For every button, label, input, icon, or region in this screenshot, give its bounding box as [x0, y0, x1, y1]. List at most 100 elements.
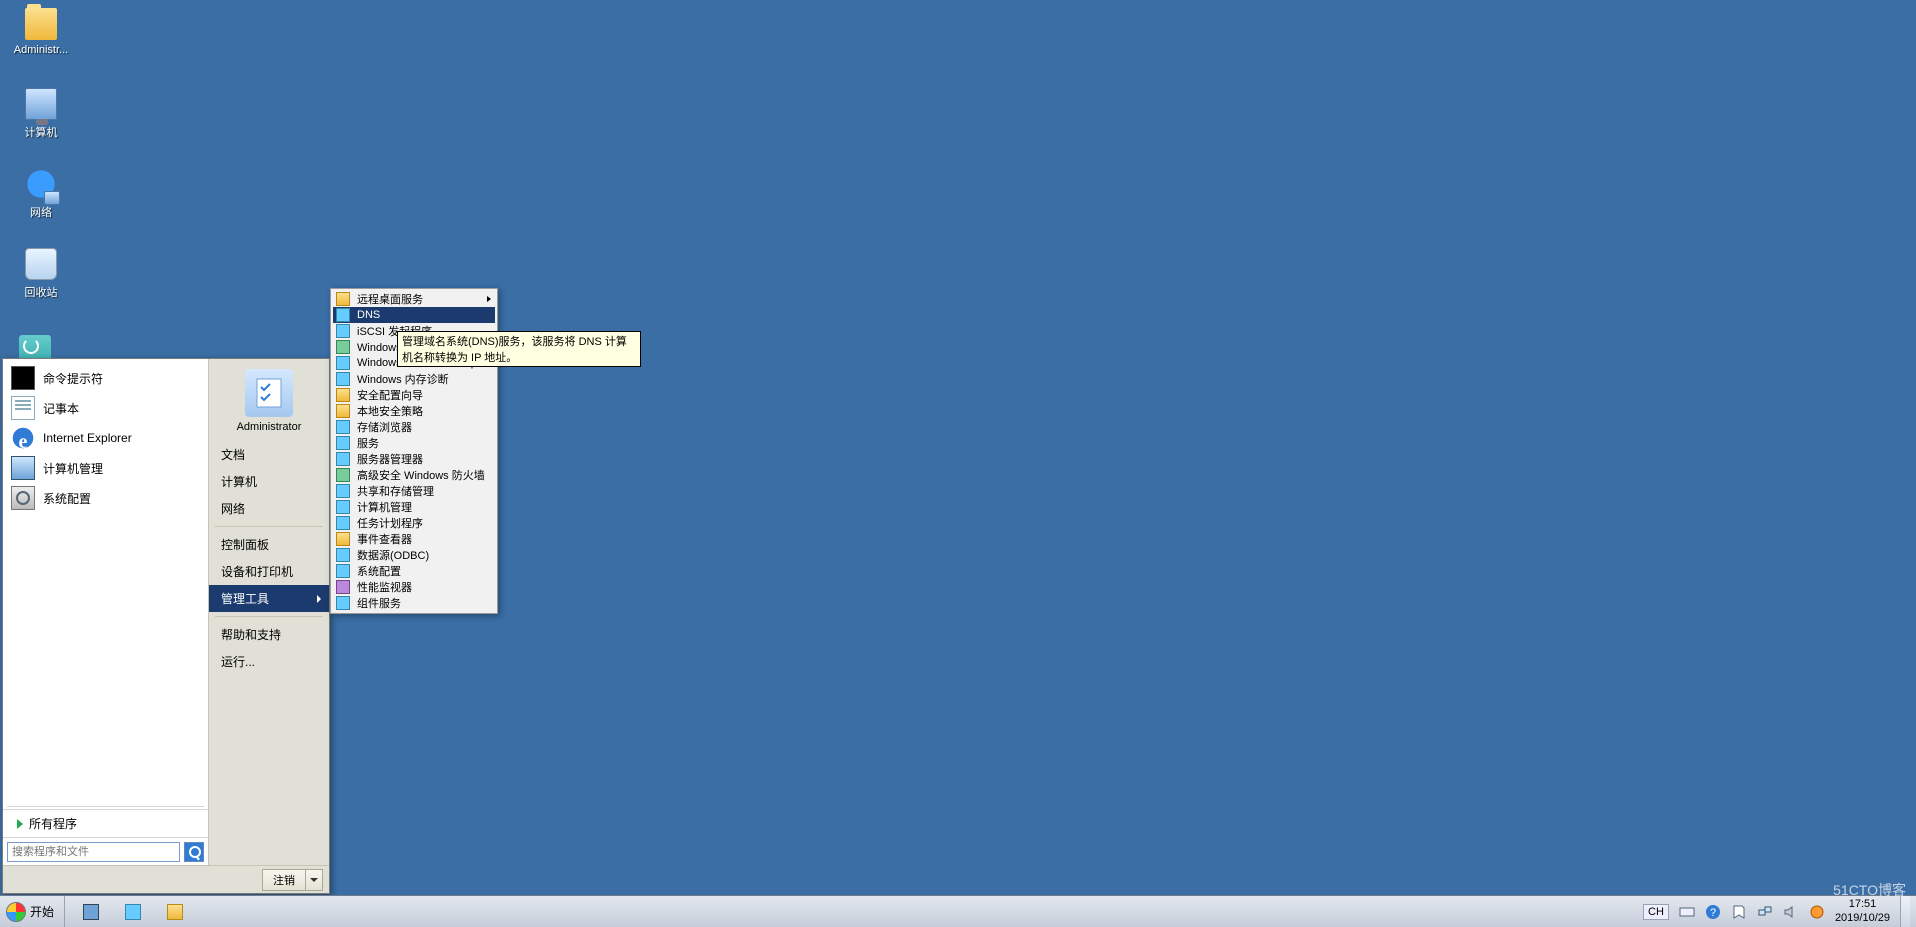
tray-extra-icon[interactable]	[1809, 904, 1825, 920]
menu-item-label: 存储浏览器	[357, 419, 412, 435]
right-item-control-panel[interactable]: 控制面板	[209, 531, 329, 558]
menu-item-label: 计算机管理	[357, 499, 412, 515]
admin-tool-memdiag[interactable]: Windows 内存诊断	[333, 371, 495, 387]
taskbar-app-explorer[interactable]	[155, 899, 195, 925]
separator	[215, 526, 323, 527]
taskbar-app-powershell[interactable]	[113, 899, 153, 925]
admin-tool-odbc[interactable]: 数据源(ODBC)	[333, 547, 495, 563]
menu-item-label: 高级安全 Windows 防火墙	[357, 467, 485, 483]
explorer-icon	[167, 904, 183, 920]
desktop-icon-recycle-bin[interactable]: 回收站	[6, 248, 76, 300]
right-item-label: 帮助和支持	[221, 626, 281, 643]
servermgr-icon	[335, 451, 351, 467]
all-programs-label: 所有程序	[29, 815, 77, 832]
admin-tool-perfmon[interactable]: 性能监视器	[333, 579, 495, 595]
all-programs[interactable]: 所有程序	[3, 809, 208, 837]
start-item-msconfig[interactable]: 系统配置	[3, 483, 208, 513]
icon-label: 计算机	[6, 124, 76, 140]
admin-tool-msconfig[interactable]: 系统配置	[333, 563, 495, 579]
start-bottom-bar: 注销	[3, 865, 329, 893]
svg-text:?: ?	[1710, 907, 1716, 919]
start-button[interactable]: 开始	[0, 896, 65, 927]
admin-tool-eventvwr[interactable]: 事件查看器	[333, 531, 495, 547]
wsb-icon	[335, 355, 351, 371]
computer-icon	[25, 88, 57, 120]
system-tray: CH ? 17:51 2019/10/29	[1637, 896, 1916, 927]
logoff-button[interactable]: 注销	[262, 869, 306, 891]
admin-tool-wfadv[interactable]: 高级安全 Windows 防火墙	[333, 467, 495, 483]
menu-item-label: 本地安全策略	[357, 403, 423, 419]
network-tray-icon[interactable]	[1757, 904, 1773, 920]
start-item-label: 命令提示符	[43, 370, 103, 387]
help-icon[interactable]: ?	[1705, 904, 1721, 920]
right-item-documents[interactable]: 文档	[209, 441, 329, 468]
menu-item-label: 远程桌面服务	[357, 291, 423, 307]
volume-icon[interactable]	[1783, 904, 1799, 920]
taskbar-app-server-manager[interactable]	[71, 899, 111, 925]
right-item-devices-printers[interactable]: 设备和打印机	[209, 558, 329, 585]
start-item-notepad[interactable]: 记事本	[3, 393, 208, 423]
chevron-right-icon	[487, 296, 491, 302]
server-manager-icon	[83, 904, 99, 920]
start-search-row	[3, 837, 208, 865]
admin-tool-servermgr[interactable]: 服务器管理器	[333, 451, 495, 467]
admin-tool-secpol[interactable]: 本地安全策略	[333, 403, 495, 419]
admin-tool-rds[interactable]: 远程桌面服务	[333, 291, 495, 307]
logoff-dropdown[interactable]	[306, 869, 323, 891]
secpol-icon	[335, 403, 351, 419]
storexpl-icon	[335, 419, 351, 435]
clock-time: 17:51	[1835, 898, 1890, 911]
desktop-icon-computer[interactable]: 计算机	[6, 88, 76, 140]
right-item-computer[interactable]: 计算机	[209, 468, 329, 495]
menu-item-label: 数据源(ODBC)	[357, 547, 429, 563]
search-input[interactable]	[7, 842, 180, 862]
start-item-cmd[interactable]: 命令提示符	[3, 363, 208, 393]
odbc-icon	[335, 547, 351, 563]
menu-item-label: 服务器管理器	[357, 451, 423, 467]
right-item-help[interactable]: 帮助和支持	[209, 621, 329, 648]
right-item-label: 计算机	[221, 473, 257, 490]
start-right-pane: Administrator 文档计算机网络控制面板设备和打印机管理工具帮助和支持…	[208, 359, 329, 865]
keyboard-icon[interactable]	[1679, 904, 1695, 920]
menu-item-label: 安全配置向导	[357, 387, 423, 403]
rds-icon	[335, 291, 351, 307]
compmgmt-icon	[11, 456, 35, 480]
start-item-label: 计算机管理	[43, 460, 103, 477]
separator	[7, 806, 204, 807]
tasksched-icon	[335, 515, 351, 531]
right-item-label: 网络	[221, 500, 245, 517]
show-desktop-button[interactable]	[1900, 896, 1910, 927]
icon-label: 网络	[6, 204, 76, 220]
windows-orb-icon	[6, 902, 26, 922]
right-item-admin-tools[interactable]: 管理工具	[209, 585, 329, 612]
admin-tool-storexpl[interactable]: 存储浏览器	[333, 419, 495, 435]
sharestor-icon	[335, 483, 351, 499]
admin-tool-services[interactable]: 服务	[333, 435, 495, 451]
desktop-icon-network[interactable]: 网络	[6, 168, 76, 220]
admin-tool-scw[interactable]: 安全配置向导	[333, 387, 495, 403]
start-item-compmgmt[interactable]: 计算机管理	[3, 453, 208, 483]
comsvcs-icon	[335, 595, 351, 611]
start-item-label: Internet Explorer	[43, 431, 132, 445]
admin-tool-sharestor[interactable]: 共享和存储管理	[333, 483, 495, 499]
eventvwr-icon	[335, 531, 351, 547]
desktop-icon-administrator[interactable]: Administr...	[6, 8, 76, 56]
admin-tool-dns[interactable]: DNS	[333, 307, 495, 323]
memdiag-icon	[335, 371, 351, 387]
language-indicator[interactable]: CH	[1643, 904, 1669, 920]
action-center-icon[interactable]	[1731, 904, 1747, 920]
search-icon[interactable]	[184, 842, 204, 862]
triangle-right-icon	[17, 819, 23, 829]
admin-tool-compmgmt[interactable]: 计算机管理	[333, 499, 495, 515]
right-item-run[interactable]: 运行...	[209, 648, 329, 675]
admin-tool-comsvcs[interactable]: 组件服务	[333, 595, 495, 611]
start-left-pane: 命令提示符记事本 Internet Explorer 计算机管理系统配置 所有程序	[3, 359, 208, 865]
right-item-network[interactable]: 网络	[209, 495, 329, 522]
chevron-down-icon	[310, 878, 318, 882]
scw-icon	[335, 387, 351, 403]
dns-icon	[335, 307, 351, 323]
taskbar-clock[interactable]: 17:51 2019/10/29	[1835, 898, 1890, 924]
start-item-ie[interactable]: Internet Explorer	[3, 423, 208, 453]
admin-tool-tasksched[interactable]: 任务计划程序	[333, 515, 495, 531]
folder-person-icon	[25, 8, 57, 40]
